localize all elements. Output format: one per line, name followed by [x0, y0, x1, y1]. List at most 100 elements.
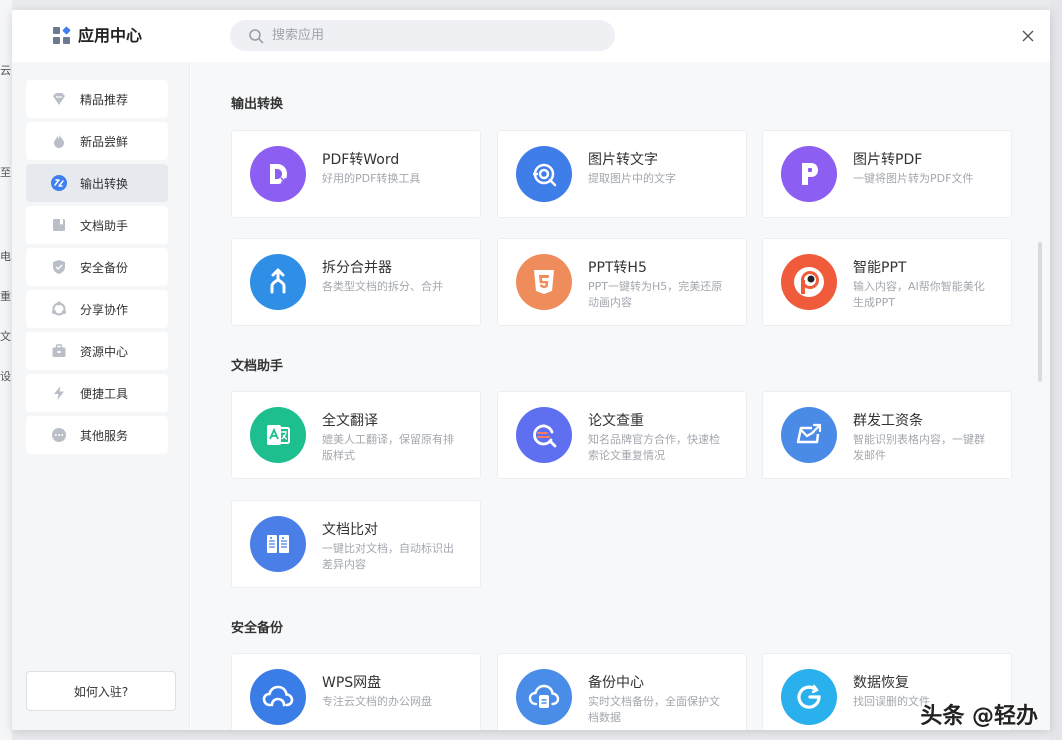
pdf-to-word-icon — [250, 146, 306, 202]
sidebar: 精品推荐 新品尝鲜 输出转换 文档助手 安全备份 分享协作 资源中心 便捷工具 … — [12, 62, 190, 730]
shield-icon — [50, 258, 68, 276]
card-title: 图片转PDF — [853, 152, 923, 168]
send-mail-icon — [781, 407, 837, 463]
background-text: 设 — [0, 370, 11, 383]
card-description: 各类型文档的拆分、合并 — [322, 280, 443, 293]
sidebar-item-label: 资源中心 — [80, 344, 129, 359]
image-to-text-icon — [516, 146, 572, 202]
app-title: 应用中心 — [78, 26, 143, 45]
background-text: 文 — [0, 330, 11, 343]
app-card-backup-center[interactable]: 备份中心 实时文档备份，全面保护文档数据 — [497, 653, 747, 730]
sidebar-item-featured[interactable]: 精品推荐 — [26, 80, 168, 118]
sidebar-item-label: 文档助手 — [80, 218, 129, 233]
app-card-ppt-to-h5[interactable]: PPT转H5 PPT一键转为H5，完美还原动画内容 — [497, 238, 747, 326]
more-dots-icon — [50, 426, 68, 444]
sidebar-item-security[interactable]: 安全备份 — [26, 248, 168, 286]
card-title: 全文翻译 — [322, 413, 378, 429]
card-description: 好用的PDF转换工具 — [322, 172, 421, 185]
data-recovery-icon — [781, 669, 837, 725]
background-text: 电 — [0, 250, 11, 263]
main-content: 输出转换 PDF转Word 好用的PDF转换工具 图片转文字 提取图片中的文字 … — [191, 62, 1050, 730]
sidebar-item-new[interactable]: 新品尝鲜 — [26, 122, 168, 160]
app-center-logo-icon — [53, 26, 71, 44]
card-title: WPS网盘 — [322, 675, 382, 691]
section-title: 输出转换 — [231, 97, 284, 112]
close-icon[interactable] — [1020, 28, 1036, 44]
app-card-translate[interactable]: 全文翻译 媲美人工翻译，保留原有排版样式 — [231, 391, 481, 479]
section-title: 安全备份 — [231, 621, 284, 636]
flame-icon — [50, 132, 68, 150]
card-title: 文档比对 — [322, 522, 378, 538]
image-to-pdf-icon — [781, 146, 837, 202]
app-card-image-to-text[interactable]: 图片转文字 提取图片中的文字 — [497, 130, 747, 218]
backup-center-icon — [516, 669, 572, 725]
bookmark-icon — [50, 216, 68, 234]
card-description: 一键比对文档，自动标识出差异内容 — [322, 542, 454, 571]
compare-doc-icon — [250, 516, 306, 572]
card-title: PPT转H5 — [588, 260, 647, 276]
search-input[interactable] — [272, 21, 592, 50]
app-card-salary-mail[interactable]: 群发工资条 智能识别表格内容，一键群发邮件 — [762, 391, 1012, 479]
app-card-paper-check[interactable]: 论文查重 知名品牌官方合作，快速检索论文重复情况 — [497, 391, 747, 479]
app-card-image-to-pdf[interactable]: 图片转PDF 一键将图片转为PDF文件 — [762, 130, 1012, 218]
app-center-dialog: 应用中心 精品推荐 新品尝鲜 — [12, 10, 1050, 730]
cloud-drive-icon — [250, 669, 306, 725]
sidebar-item-label: 新品尝鲜 — [80, 134, 129, 149]
lightning-icon — [50, 384, 68, 402]
card-description: 智能识别表格内容，一键群发邮件 — [853, 433, 985, 462]
sidebar-item-label: 精品推荐 — [80, 92, 129, 107]
paper-check-icon — [516, 407, 572, 463]
app-card-doc-compare[interactable]: 文档比对 一键比对文档，自动标识出差异内容 — [231, 500, 481, 588]
sidebar-item-label: 便捷工具 — [80, 386, 129, 401]
background-text: 至 — [0, 166, 11, 179]
sidebar-item-label: 输出转换 — [80, 176, 129, 191]
sidebar-item-label: 分享协作 — [80, 302, 129, 317]
background-right-strip — [1050, 0, 1062, 740]
app-card-split-merge[interactable]: 拆分合并器 各类型文档的拆分、合并 — [231, 238, 481, 326]
card-title: 论文查重 — [588, 413, 644, 429]
card-title: 群发工资条 — [853, 413, 923, 429]
card-title: 图片转文字 — [588, 152, 658, 168]
convert-icon — [50, 174, 68, 192]
card-description: PPT一键转为H5，完美还原动画内容 — [588, 280, 723, 309]
split-merge-icon — [250, 254, 306, 310]
sidebar-item-tools[interactable]: 便捷工具 — [26, 374, 168, 412]
app-card-pdf-to-word[interactable]: PDF转Word 好用的PDF转换工具 — [231, 130, 481, 218]
background-text: 重 — [0, 290, 11, 303]
scrollbar[interactable] — [1038, 242, 1042, 382]
sidebar-item-convert[interactable]: 输出转换 — [26, 164, 168, 202]
card-title: 智能PPT — [853, 260, 907, 276]
section-title: 文档助手 — [231, 359, 284, 374]
card-title: 拆分合并器 — [322, 260, 392, 276]
sidebar-item-label: 安全备份 — [80, 260, 129, 275]
card-title: 数据恢复 — [853, 675, 909, 691]
translate-icon — [250, 407, 306, 463]
search-icon — [249, 28, 264, 43]
card-description: 知名品牌官方合作，快速检索论文重复情况 — [588, 433, 720, 462]
header: 应用中心 — [12, 10, 1050, 62]
card-title: 备份中心 — [588, 675, 644, 691]
sidebar-item-doc-assistant[interactable]: 文档助手 — [26, 206, 168, 244]
share-cycle-icon — [50, 300, 68, 318]
card-title: PDF转Word — [322, 152, 400, 168]
join-button[interactable]: 如何入驻? — [26, 671, 176, 711]
sidebar-item-other[interactable]: 其他服务 — [26, 416, 168, 454]
watermark: 头条 @轻办 — [920, 704, 1038, 729]
background-text: 云 — [0, 64, 11, 77]
card-description: 提取图片中的文字 — [588, 172, 676, 185]
sidebar-item-share[interactable]: 分享协作 — [26, 290, 168, 328]
card-description: 媲美人工翻译，保留原有排版样式 — [322, 433, 454, 462]
smart-ppt-icon — [781, 254, 837, 310]
sidebar-item-resources[interactable]: 资源中心 — [26, 332, 168, 370]
html5-icon — [516, 254, 572, 310]
app-card-smart-ppt[interactable]: 智能PPT 输入内容，AI帮你智能美化生成PPT — [762, 238, 1012, 326]
card-description: 输入内容，AI帮你智能美化生成PPT — [853, 280, 985, 309]
card-description: 一键将图片转为PDF文件 — [853, 172, 974, 185]
app-card-wps-drive[interactable]: WPS网盘 专注云文档的办公网盘 — [231, 653, 481, 730]
card-description: 专注云文档的办公网盘 — [322, 695, 432, 708]
diamond-icon — [50, 90, 68, 108]
briefcase-icon — [50, 342, 68, 360]
search-box[interactable] — [230, 20, 615, 51]
background-app-strip: 云 至 电 重 文 设 — [0, 0, 12, 740]
sidebar-item-label: 其他服务 — [80, 428, 129, 443]
